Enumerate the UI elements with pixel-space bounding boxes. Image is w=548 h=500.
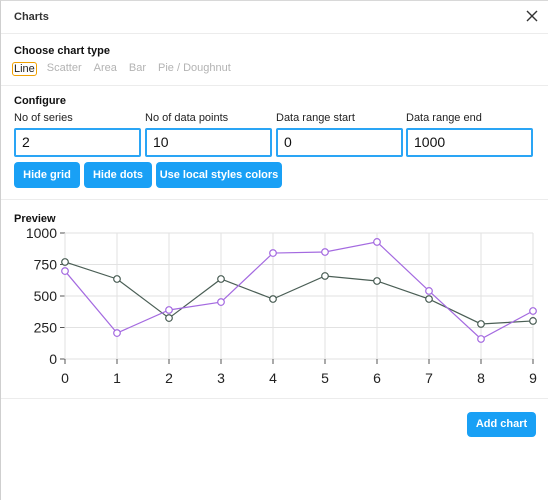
charts-dialog: Charts Choose chart type Line Scatter Ar… (0, 0, 548, 500)
y-tick-label: 250 (34, 320, 58, 336)
series-2-point (217, 298, 225, 306)
dialog-title: Charts (14, 11, 49, 23)
series-2-point (165, 306, 173, 314)
data-points-label: No of data points (145, 112, 229, 124)
add-chart-button[interactable]: Add chart (467, 412, 536, 437)
x-tick-label: 9 (529, 370, 537, 386)
range-start-label: Data range start (276, 112, 355, 124)
series-count-label: No of series (14, 112, 73, 124)
tab-scatter[interactable]: Scatter (47, 62, 82, 76)
series-2-point (373, 238, 381, 246)
series-2-point (321, 248, 329, 256)
x-tick-label: 1 (113, 370, 121, 386)
tab-pie-doughnut[interactable]: Pie / Doughnut (158, 62, 231, 76)
y-tick-label: 750 (34, 257, 58, 273)
range-end-label: Data range end (406, 112, 482, 124)
tab-area[interactable]: Area (94, 62, 117, 76)
dialog-header: Charts (1, 1, 548, 34)
series-1-point (425, 295, 433, 303)
series-2-point (113, 329, 121, 337)
series-line-1 (64, 261, 534, 325)
hide-grid-button[interactable]: Hide grid (14, 162, 80, 188)
series-2-point (529, 307, 537, 315)
x-tick-label: 2 (165, 370, 173, 386)
tab-line[interactable]: Line (12, 62, 37, 76)
range-start-input[interactable]: 0 (276, 128, 403, 157)
series-1-point (529, 317, 537, 325)
series-line-2 (64, 241, 534, 340)
chart-type-section: Choose chart type (1, 34, 548, 86)
y-tick-label: 0 (49, 351, 57, 367)
series-2-point (269, 249, 277, 257)
y-tick-label: 500 (34, 288, 58, 304)
x-tick-label: 3 (217, 370, 225, 386)
series-2-point (425, 287, 433, 295)
series-2-point (477, 335, 485, 343)
y-tick-label: 1000 (26, 225, 57, 241)
series-1-point (321, 272, 329, 280)
series-1-point (373, 277, 381, 285)
series-1-point (217, 275, 225, 283)
x-tick-label: 7 (425, 370, 433, 386)
series-1-point (477, 320, 485, 328)
series-1-point (113, 275, 121, 283)
x-tick-label: 4 (269, 370, 277, 386)
series-2-point (61, 267, 69, 275)
data-points-input[interactable]: 10 (145, 128, 272, 157)
x-tick-label: 8 (477, 370, 485, 386)
series-1-point (61, 258, 69, 266)
chart-type-title: Choose chart type (14, 45, 110, 57)
configure-title: Configure (14, 95, 66, 107)
chart-type-tabs: Line Scatter Area Bar Pie / Doughnut (12, 62, 243, 76)
line-chart: 0 250 500 750 1000 0 1 2 3 4 5 6 7 8 9 (26, 225, 537, 386)
close-icon[interactable] (525, 9, 539, 23)
series-1-point (165, 314, 173, 322)
series-count-input[interactable]: 2 (14, 128, 141, 157)
tab-bar[interactable]: Bar (129, 62, 146, 76)
x-tick-label: 6 (373, 370, 381, 386)
x-tick-label: 5 (321, 370, 329, 386)
x-tick-label: 0 (61, 370, 69, 386)
local-styles-colors-button[interactable]: Use local styles colors (156, 162, 282, 188)
range-end-input[interactable]: 1000 (406, 128, 533, 157)
series-1-point (269, 295, 277, 303)
hide-dots-button[interactable]: Hide dots (84, 162, 152, 188)
